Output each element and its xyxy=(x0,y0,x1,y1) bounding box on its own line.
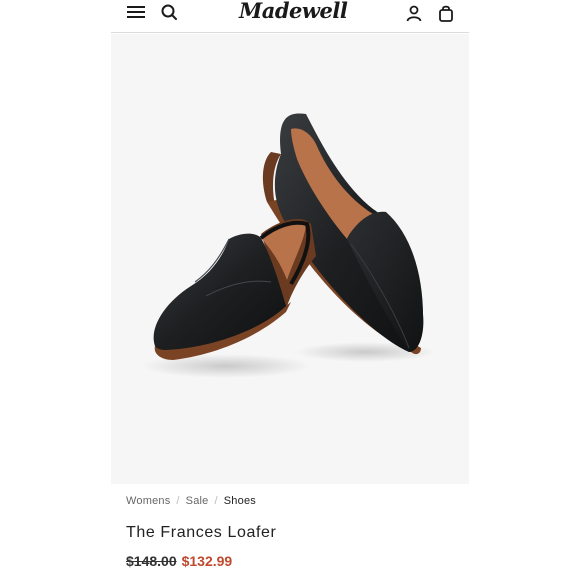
brand-logo[interactable]: Madewell xyxy=(239,0,348,26)
breadcrumb-sale[interactable]: Sale xyxy=(186,495,209,507)
loafers-illustration xyxy=(141,113,436,378)
bag-icon[interactable] xyxy=(436,1,456,25)
breadcrumb-shoes[interactable]: Shoes xyxy=(224,495,256,507)
original-price: $148.00 xyxy=(126,553,177,569)
breadcrumb: Womens / Sale / Shoes xyxy=(126,495,256,507)
account-icon[interactable] xyxy=(404,1,424,25)
search-icon[interactable] xyxy=(159,0,179,24)
product-image[interactable] xyxy=(111,34,469,484)
breadcrumb-separator: / xyxy=(176,495,180,507)
phone-screen: Madewell Womens / Sale / Shoes The Franc… xyxy=(111,0,469,580)
product-info: Womens / Sale / Shoes The Frances Loafer… xyxy=(111,484,469,580)
menu-icon[interactable] xyxy=(125,0,147,24)
product-title: The Frances Loafer xyxy=(126,524,277,541)
breadcrumb-womens[interactable]: Womens xyxy=(126,495,170,507)
price-block: $148.00 $132.99 xyxy=(126,553,232,569)
site-header: Madewell xyxy=(111,0,469,33)
sale-price: $132.99 xyxy=(181,553,233,569)
breadcrumb-separator: / xyxy=(214,495,218,507)
